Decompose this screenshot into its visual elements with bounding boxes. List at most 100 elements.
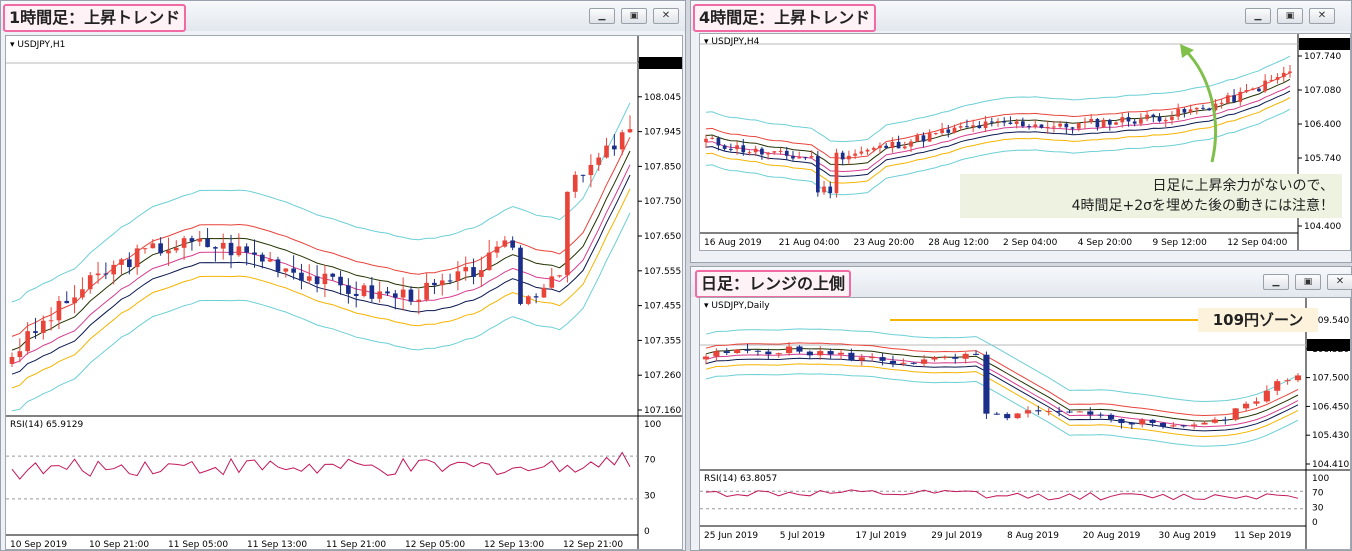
- close-button[interactable]: ✕: [653, 8, 679, 24]
- candle-body: [236, 246, 242, 256]
- candle-body: [884, 145, 889, 148]
- candle-body: [723, 351, 730, 353]
- rsi-label: RSI(14) 65.9129: [10, 420, 83, 430]
- candle-body: [518, 247, 523, 304]
- time-tick-label: 11 Sep 05:00: [168, 540, 228, 550]
- time-tick-label: 23 Aug 20:00: [854, 238, 915, 248]
- candle-body: [1039, 124, 1044, 128]
- candle-body: [1101, 119, 1106, 128]
- h4-titlebar[interactable]: 4時間足：上昇トレンド ▁ ▣ ✕: [691, 1, 1351, 32]
- minimize-button[interactable]: ▁: [1263, 274, 1289, 290]
- candle-body: [228, 242, 234, 256]
- candle-body: [299, 272, 304, 281]
- h1-title: 1時間足：上昇トレンド: [3, 4, 187, 32]
- price-tick-label: 104.400: [1304, 222, 1341, 232]
- candle-body: [1194, 107, 1199, 110]
- candle-body: [9, 357, 15, 364]
- candle-body: [119, 259, 124, 265]
- candle-body: [455, 271, 461, 282]
- candle-body: [369, 285, 375, 299]
- candle-body: [871, 147, 876, 150]
- rsi-tick-label: 0: [644, 527, 650, 537]
- time-tick-label: 4 Sep 20:00: [1078, 238, 1133, 248]
- candle-body: [921, 359, 928, 364]
- close-button[interactable]: ✕: [1309, 8, 1335, 24]
- candle-body: [604, 145, 609, 158]
- candle-body: [400, 289, 406, 298]
- daily-chart-svg: 109.540108.520107.500106.450105.430104.4…: [700, 298, 1350, 549]
- candle-body: [910, 362, 917, 364]
- candle-body: [828, 186, 833, 194]
- price-tick-label: 106.450: [1312, 402, 1349, 412]
- h1-titlebar[interactable]: 1時間足：上昇トレンド ▁ ▣ ✕: [1, 1, 685, 32]
- candle-body: [1052, 126, 1056, 128]
- candle-body: [1170, 425, 1177, 427]
- candle-body: [1024, 410, 1032, 414]
- candle-body: [197, 238, 203, 242]
- candle-body: [1284, 380, 1291, 382]
- maximize-button[interactable]: ▣: [1277, 8, 1303, 24]
- candle-body: [729, 148, 733, 150]
- time-tick-label: 25 Jun 2019: [704, 531, 758, 541]
- candle-body: [766, 152, 770, 155]
- daily-titlebar[interactable]: 日足：レンジの上側 ▁ ▣ ✕: [691, 267, 1352, 298]
- ma-mid-line: [705, 347, 1299, 422]
- candle-body: [815, 156, 820, 193]
- candle-body: [408, 289, 414, 302]
- daily-title: 日足：レンジの上側: [695, 270, 852, 298]
- candle-body: [494, 246, 500, 253]
- candle-body: [471, 267, 476, 277]
- candle-body: [1139, 119, 1143, 124]
- time-tick-label: 11 Sep 21:00: [326, 540, 386, 550]
- candle-body: [809, 156, 814, 158]
- candle-body: [1157, 116, 1162, 122]
- candle-body: [1004, 414, 1011, 419]
- candle-body: [1191, 424, 1198, 426]
- candle-body: [1087, 411, 1094, 415]
- candle-body: [878, 145, 882, 148]
- candle-body: [1076, 122, 1081, 129]
- candle-body: [834, 152, 839, 194]
- candle-body: [993, 413, 1000, 415]
- price-tick-label: 105.740: [1304, 154, 1341, 164]
- candle-body: [902, 146, 907, 149]
- candle-body: [17, 351, 23, 358]
- h4-symbol: USDJPY,H4: [711, 37, 760, 47]
- maximize-button[interactable]: ▣: [621, 8, 647, 24]
- candle-body: [361, 285, 367, 296]
- minimize-button[interactable]: ▁: [1245, 8, 1271, 24]
- daily-symbol: USDJPY,Daily: [711, 301, 770, 311]
- candle-body: [1151, 114, 1156, 117]
- rsi-tick-label: 70: [644, 456, 656, 466]
- candle-body: [346, 285, 351, 294]
- candle-body: [205, 238, 210, 248]
- candle-body: [64, 300, 70, 304]
- h1-chart-area[interactable]: 108.145108.045107.945107.850107.750107.6…: [5, 35, 683, 550]
- candle-body: [927, 133, 932, 142]
- h4-title: 4時間足：上昇トレンド: [693, 4, 877, 32]
- candle-body: [173, 247, 179, 251]
- candle-body: [713, 351, 720, 357]
- time-tick-label: 11 Sep 2019: [1234, 531, 1291, 541]
- h1-symbol-label: ▾ USDJPY,H1: [10, 40, 66, 50]
- time-tick-label: 28 Aug 12:00: [928, 238, 989, 248]
- candle-body: [952, 357, 959, 359]
- candle-body: [1014, 121, 1019, 125]
- candle-body: [1182, 108, 1187, 113]
- h4-chart-window: 4時間足：上昇トレンド ▁ ▣ ✕ 107.740 107.080 106.400 1…: [690, 0, 1352, 263]
- h4-chart-area[interactable]: 107.740107.080106.400105.740105.080104.4…: [699, 33, 1351, 251]
- candle-body: [1014, 413, 1021, 419]
- candle-body: [1170, 116, 1174, 120]
- rsi-tick-label: 30: [644, 491, 656, 501]
- price-tick-label: 104.410: [1312, 460, 1349, 470]
- close-button[interactable]: ✕: [1327, 274, 1352, 290]
- time-tick-label: 8 Aug 2019: [1007, 531, 1059, 541]
- price-tick-label: 107.945: [644, 128, 681, 138]
- time-tick-label: 29 Jul 2019: [931, 531, 982, 541]
- maximize-button[interactable]: ▣: [1295, 274, 1321, 290]
- candle-body: [853, 153, 857, 156]
- daily-chart-area[interactable]: 109.540108.520107.500106.450105.430104.4…: [699, 297, 1351, 550]
- minimize-button[interactable]: ▁: [589, 8, 615, 24]
- candle-body: [275, 259, 281, 272]
- candle-body: [791, 155, 795, 159]
